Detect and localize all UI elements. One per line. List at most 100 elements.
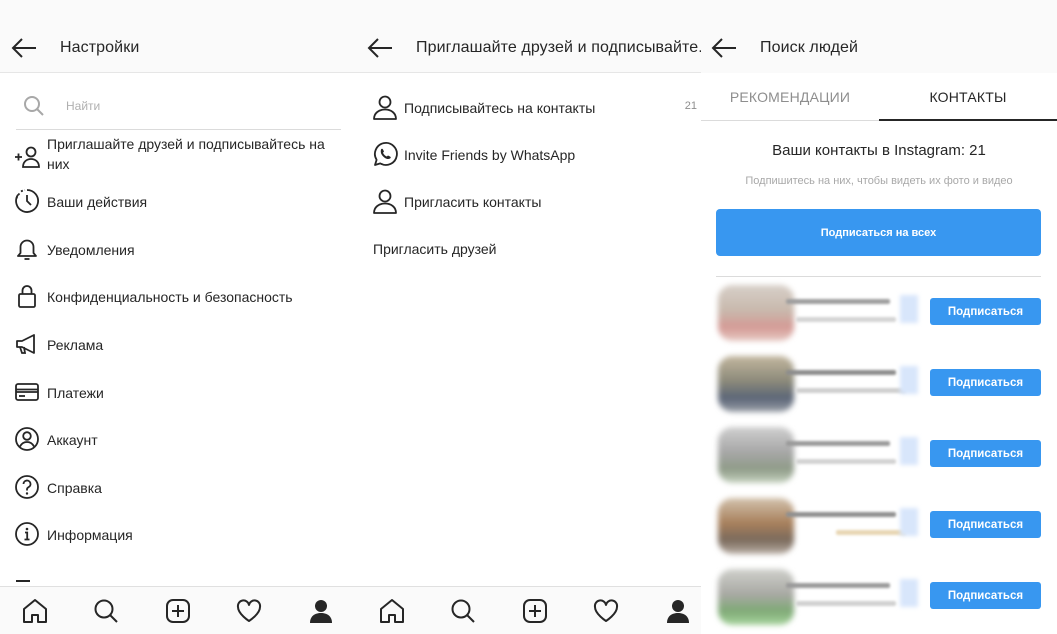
active-tab-indicator: [879, 119, 1057, 121]
invite-screen: Приглашайте друзей и подписывайте... Под…: [357, 0, 701, 634]
tab-contacts[interactable]: КОНТАКТЫ: [879, 73, 1057, 121]
follow-button[interactable]: Подписаться: [930, 298, 1041, 325]
info-icon: [14, 521, 40, 547]
blurred-name: [786, 441, 890, 446]
settings-item-label: Ваши действия: [47, 194, 148, 210]
invite-item-invite-contacts[interactable]: Пригласить контакты: [371, 180, 701, 220]
heart-icon[interactable]: [592, 597, 620, 625]
contact-row: Подписаться: [716, 285, 1041, 341]
home-icon[interactable]: [21, 597, 49, 625]
card-icon: [14, 379, 40, 405]
tab-recommendations[interactable]: РЕКОМЕНДАЦИИ: [701, 73, 879, 121]
back-arrow-icon[interactable]: [711, 36, 737, 60]
avatar: [718, 427, 794, 483]
new-post-icon[interactable]: [164, 597, 192, 625]
person-icon: [371, 93, 399, 121]
heart-icon[interactable]: [235, 597, 263, 625]
blurred-name: [786, 583, 890, 588]
blurred-name: [786, 299, 890, 304]
settings-item-label: Аккаунт: [47, 432, 98, 448]
settings-item-activity[interactable]: Ваши действия: [14, 180, 343, 220]
settings-item-label: Реклама: [47, 337, 104, 353]
discover-people-screen: Поиск людей РЕКОМЕНДАЦИИ КОНТАКТЫ Ваши к…: [701, 0, 1057, 634]
contacts-heading: Ваши контакты в Instagram: 21: [772, 142, 986, 159]
blurred-subtitle: [796, 601, 896, 606]
settings-item-invite[interactable]: Приглашайте друзей и подписывайтесь на н…: [14, 134, 343, 174]
add-person-icon: [14, 144, 40, 170]
settings-item-account[interactable]: Аккаунт: [14, 418, 343, 458]
blurred-edge: [900, 508, 918, 536]
contacts-count-badge: 21: [684, 100, 697, 112]
follow-button[interactable]: Подписаться: [930, 440, 1041, 467]
blurred-name: [786, 370, 896, 375]
page-title: Приглашайте друзей и подписывайте...: [416, 39, 701, 56]
blurred-edge: [900, 579, 918, 607]
blurred-subtitle: [836, 530, 906, 535]
blurred-edge: [900, 295, 918, 323]
blurred-edge: [900, 437, 918, 465]
invite-item-follow-contacts[interactable]: Подписывайтесь на контакты 21: [371, 86, 701, 126]
settings-item-label: Конфиденциальность и безопасность: [47, 289, 293, 305]
person-icon: [371, 187, 399, 215]
bell-icon: [14, 236, 40, 262]
contact-row: Подписаться: [716, 498, 1041, 554]
invite-header: Приглашайте друзей и подписывайте...: [357, 0, 701, 73]
settings-search[interactable]: [16, 88, 341, 130]
search-icon[interactable]: [92, 597, 120, 625]
blurred-edge: [900, 366, 918, 394]
settings-item-label: Уведомления: [47, 242, 135, 258]
search-input[interactable]: [66, 99, 326, 113]
back-arrow-icon[interactable]: [11, 36, 37, 60]
settings-item-label: Платежи: [47, 385, 104, 401]
avatar: [718, 285, 794, 341]
invite-friends-link[interactable]: Пригласить друзей: [373, 241, 497, 257]
blurred-subtitle: [796, 459, 896, 464]
follow-button[interactable]: Подписаться: [930, 369, 1041, 396]
help-icon: [14, 474, 40, 500]
settings-header: Настройки: [0, 0, 357, 73]
bottom-nav: [0, 586, 357, 634]
new-post-icon[interactable]: [521, 597, 549, 625]
settings-item-privacy[interactable]: Конфиденциальность и безопасность: [14, 275, 343, 315]
avatar: [718, 498, 794, 554]
contacts-subtext: Подпишитесь на них, чтобы видеть их фото…: [745, 175, 1013, 187]
settings-item-label: Приглашайте друзей и подписывайтесь на н…: [47, 136, 325, 172]
settings-item-label: Информация: [47, 527, 133, 543]
settings-item-help[interactable]: Справка: [14, 466, 343, 506]
contact-row: Подписаться: [716, 569, 1041, 625]
account-icon: [14, 426, 40, 452]
settings-item-notifications[interactable]: Уведомления: [14, 228, 343, 268]
settings-item-ads[interactable]: Реклама: [14, 323, 343, 363]
discover-tabs: РЕКОМЕНДАЦИИ КОНТАКТЫ: [701, 73, 1057, 121]
invite-item-label: Пригласить контакты: [404, 194, 542, 210]
follow-all-button[interactable]: Подписаться на всех: [716, 209, 1041, 256]
settings-screen: Настройки Приглашайте друзей и подписыва…: [0, 0, 357, 634]
activity-icon: [14, 188, 40, 214]
blurred-subtitle: [796, 317, 896, 322]
contact-row: Подписаться: [716, 356, 1041, 412]
megaphone-icon: [14, 331, 40, 357]
lock-icon: [14, 283, 40, 309]
invite-item-label: Подписывайтесь на контакты: [404, 100, 596, 116]
page-title: Поиск людей: [760, 39, 859, 56]
discover-header: Поиск людей: [701, 0, 1057, 73]
profile-icon[interactable]: [664, 597, 692, 625]
invite-item-label: Invite Friends by WhatsApp: [404, 147, 576, 163]
blurred-subtitle: [796, 388, 906, 393]
settings-item-label: Справка: [47, 480, 102, 496]
settings-item-payments[interactable]: Платежи: [14, 371, 343, 411]
follow-button[interactable]: Подписаться: [930, 582, 1041, 609]
search-icon[interactable]: [449, 597, 477, 625]
settings-item-about[interactable]: Информация: [14, 513, 343, 553]
home-icon[interactable]: [378, 597, 406, 625]
avatar: [718, 356, 794, 412]
divider: [716, 276, 1041, 277]
profile-icon[interactable]: [307, 597, 335, 625]
page-title: Настройки: [60, 39, 140, 56]
bottom-nav: [357, 586, 701, 634]
avatar: [718, 569, 794, 625]
follow-button[interactable]: Подписаться: [930, 511, 1041, 538]
invite-item-whatsapp[interactable]: Invite Friends by WhatsApp: [371, 133, 701, 173]
back-arrow-icon[interactable]: [367, 36, 393, 60]
whatsapp-icon: [371, 140, 399, 168]
